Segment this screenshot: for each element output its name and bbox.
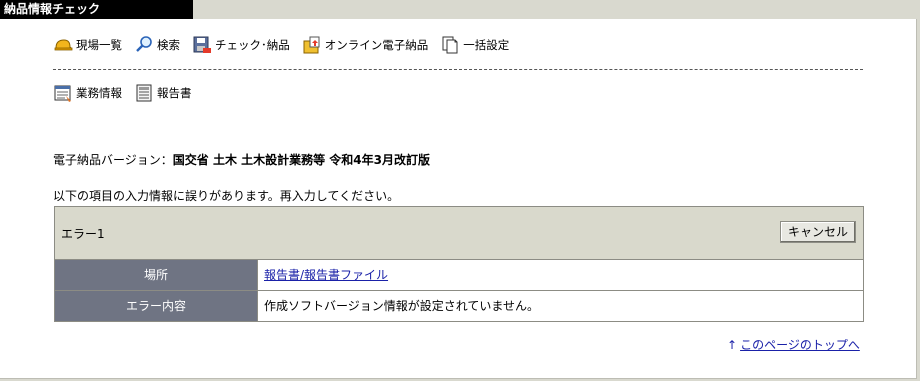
tab-bar: 納品情報チェック [0,0,920,19]
version-line: 電子納品バージョン：国交省 土木 土木設計業務等 令和4年3月改訂版 [53,151,430,168]
error-detail-header: エラー内容 [55,291,258,321]
location-cell: 報告書/報告書ファイル [258,260,863,290]
nav-online-delivery[interactable]: オンライン電子納品 [302,35,429,55]
location-header: 場所 [55,260,258,290]
report-icon [134,83,154,103]
online-delivery-icon [302,35,322,55]
nav-report[interactable]: 報告書 [134,83,192,103]
error-title: エラー1 [61,227,105,241]
error-box: エラー1 キャンセル 場所 報告書/報告書ファイル エラー内容 作成ソフトバージ… [54,206,864,322]
nav-divider [53,69,863,70]
nav-site-list[interactable]: 現場一覧 [53,35,122,55]
table-row: 場所 報告書/報告書ファイル [55,260,863,291]
nav-check-delivery[interactable]: チェック･納品 [192,35,290,55]
nav-bulk-settings[interactable]: 一括設定 [440,35,509,55]
documents-icon [440,35,460,55]
error-detail-cell: 作成ソフトバージョン情報が設定されていません。 [258,291,863,321]
magnifier-icon [134,35,154,55]
version-value: 国交省 土木 土木設計業務等 令和4年3月改訂版 [172,153,430,167]
nav-search[interactable]: 検索 [134,35,180,55]
nav-label: 業務情報 [76,86,122,100]
error-message: 以下の項目の入力情報に誤りがあります。再入力してください。 [53,189,400,203]
nav-label: オンライン電子納品 [324,38,429,52]
helmet-icon [53,35,73,55]
error-header: エラー1 キャンセル [55,207,863,260]
secondary-nav: 業務情報 報告書 [53,82,204,104]
nav-label: 報告書 [157,86,192,100]
nav-label: 検索 [157,38,180,52]
up-arrow-icon: ↑ [727,338,738,352]
location-link[interactable]: 報告書/報告書ファイル [264,268,388,282]
nav-label: 現場一覧 [76,38,122,52]
cancel-button[interactable]: キャンセル [780,221,856,243]
floppy-check-icon [192,35,212,55]
nav-label: 一括設定 [463,38,510,52]
table-row: エラー内容 作成ソフトバージョン情報が設定されていません。 [55,291,863,321]
nav-business-info[interactable]: 業務情報 [53,83,122,103]
tab-title[interactable]: 納品情報チェック [0,0,193,19]
business-info-icon [53,83,73,103]
version-label: 電子納品バージョン： [53,153,173,167]
page-top-link[interactable]: ↑ このページのトップへ [727,336,860,353]
nav-label: チェック･納品 [215,38,290,52]
primary-nav: 現場一覧 検索 チェック･納品 オンライン電子納品 一括設定 [53,34,521,56]
page-top-label: このページのトップへ [740,338,860,352]
